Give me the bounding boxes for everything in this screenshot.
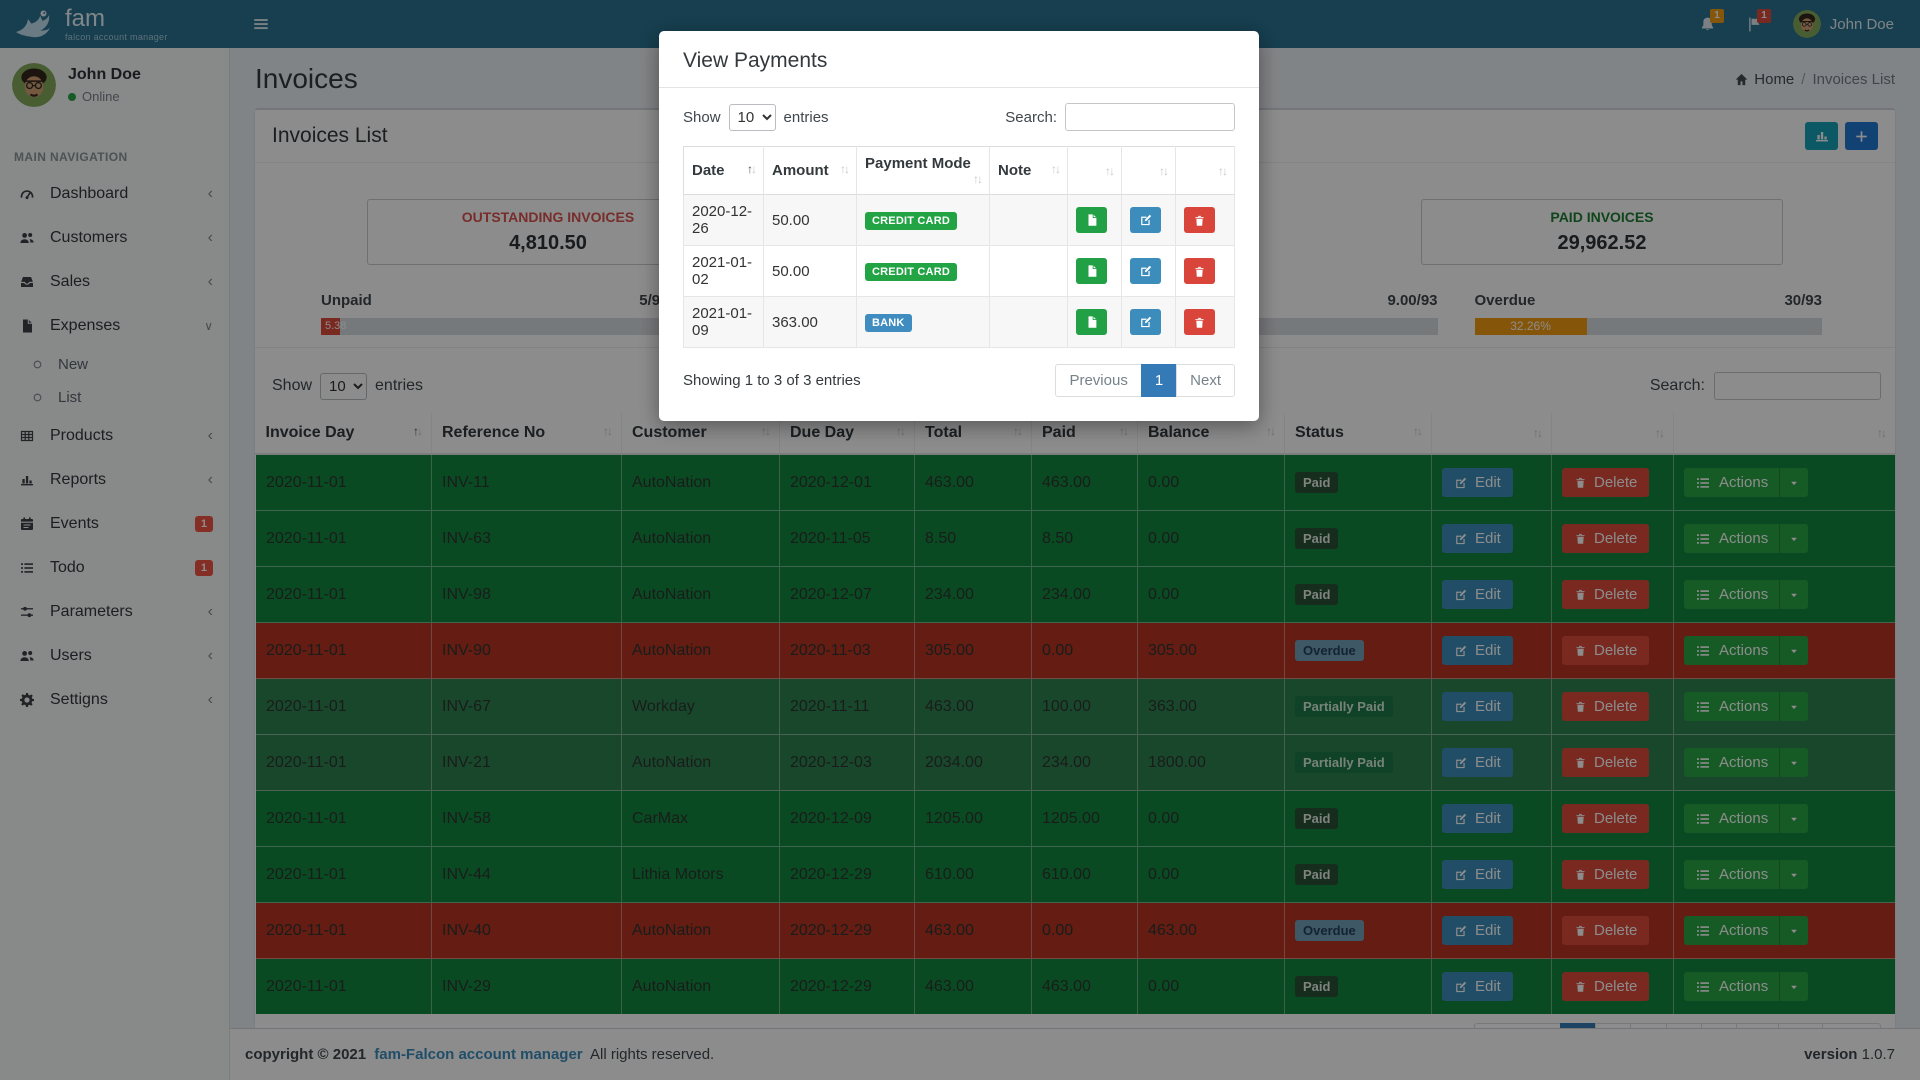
payment-row: 2021-01-0250.00 CREDIT CARD <box>684 246 1235 297</box>
page-button-1[interactable]: 1 <box>1141 364 1177 397</box>
payments-table: Date↑↓Amount↑↓Payment Mode↑↓Note↑↓↑↓↑↓↑↓… <box>683 146 1235 348</box>
cell-delete <box>1176 297 1235 348</box>
sort-icon: ↑↓ <box>1105 164 1113 178</box>
entries-label: entries <box>784 109 829 126</box>
edit-payment-button[interactable] <box>1130 207 1161 233</box>
cell-edit <box>1122 297 1176 348</box>
receipt-button[interactable] <box>1076 258 1107 284</box>
column-header-empty[interactable]: ↑↓ <box>1068 147 1122 195</box>
receipt-button[interactable] <box>1076 207 1107 233</box>
edit-payment-button[interactable] <box>1130 309 1161 335</box>
cell-edit <box>1122 195 1176 246</box>
cell-amount: 50.00 <box>764 195 857 246</box>
modal-title: View Payments <box>683 49 827 72</box>
cell-delete <box>1176 246 1235 297</box>
file-icon <box>1085 213 1099 227</box>
pencil-square-icon <box>1139 264 1153 278</box>
view-payments-modal: View Payments Show 10 entries Search: Da… <box>659 31 1259 421</box>
delete-payment-button[interactable] <box>1184 309 1215 335</box>
cell-view <box>1068 195 1122 246</box>
show-label: Show <box>683 109 721 126</box>
column-header-amount[interactable]: Amount↑↓ <box>764 147 857 195</box>
modal-table-summary: Showing 1 to 3 of 3 entries <box>683 372 861 389</box>
cell-payment-mode: BANK <box>857 297 990 348</box>
page-button-previous[interactable]: Previous <box>1055 364 1141 397</box>
payment-mode-badge: CREDIT CARD <box>865 212 957 230</box>
payment-mode-badge: BANK <box>865 314 912 332</box>
column-header-empty[interactable]: ↑↓ <box>1122 147 1176 195</box>
column-header-note[interactable]: Note↑↓ <box>990 147 1068 195</box>
modal-page-size-select[interactable]: 10 <box>729 104 776 131</box>
cell-note <box>990 246 1068 297</box>
cell-date: 2020-12-26 <box>684 195 764 246</box>
trash-icon <box>1193 265 1206 278</box>
column-header-payment-mode[interactable]: Payment Mode↑↓ <box>857 147 990 195</box>
file-icon <box>1085 264 1099 278</box>
delete-payment-button[interactable] <box>1184 258 1215 284</box>
cell-note <box>990 195 1068 246</box>
trash-icon <box>1193 316 1206 329</box>
sort-icon: ↑↓ <box>840 162 848 176</box>
edit-payment-button[interactable] <box>1130 258 1161 284</box>
payment-mode-badge: CREDIT CARD <box>865 263 957 281</box>
cell-date: 2021-01-02 <box>684 246 764 297</box>
sort-icon: ↑↓ <box>1051 162 1059 176</box>
pencil-square-icon <box>1139 213 1153 227</box>
cell-date: 2021-01-09 <box>684 297 764 348</box>
page-button-next[interactable]: Next <box>1176 364 1235 397</box>
column-header-date[interactable]: Date↑↓ <box>684 147 764 195</box>
trash-icon <box>1193 214 1206 227</box>
payment-row: 2021-01-09363.00 BANK <box>684 297 1235 348</box>
delete-payment-button[interactable] <box>1184 207 1215 233</box>
modal-search-input[interactable] <box>1065 103 1235 131</box>
sort-icon: ↑↓ <box>747 162 755 176</box>
cell-amount: 363.00 <box>764 297 857 348</box>
cell-note <box>990 297 1068 348</box>
search-label: Search: <box>1005 109 1057 126</box>
sort-icon: ↑↓ <box>1218 164 1226 178</box>
sort-icon: ↑↓ <box>1159 164 1167 178</box>
cell-delete <box>1176 195 1235 246</box>
cell-payment-mode: CREDIT CARD <box>857 246 990 297</box>
cell-edit <box>1122 246 1176 297</box>
cell-payment-mode: CREDIT CARD <box>857 195 990 246</box>
payment-row: 2020-12-2650.00 CREDIT CARD <box>684 195 1235 246</box>
pencil-square-icon <box>1139 315 1153 329</box>
cell-amount: 50.00 <box>764 246 857 297</box>
column-header-empty[interactable]: ↑↓ <box>1176 147 1235 195</box>
cell-view <box>1068 297 1122 348</box>
sort-icon: ↑↓ <box>973 172 981 186</box>
file-icon <box>1085 315 1099 329</box>
receipt-button[interactable] <box>1076 309 1107 335</box>
cell-view <box>1068 246 1122 297</box>
